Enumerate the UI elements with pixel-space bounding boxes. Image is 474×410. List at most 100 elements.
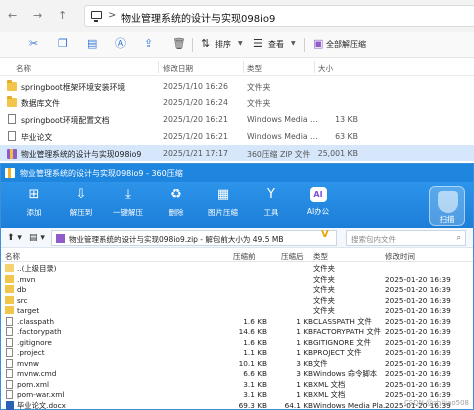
zip-entry-size: 1.6 KB: [243, 316, 267, 326]
forward-arrow-icon[interactable]: →: [33, 9, 42, 22]
copy-icon[interactable]: ❐: [58, 38, 68, 50]
file-size: 63 KB: [335, 132, 358, 141]
file-row[interactable]: 数据库文件 2025/1/20 16:24 文件夹: [0, 94, 474, 110]
column-size[interactable]: 大小: [318, 63, 333, 74]
zip-entry-name: .gitignore: [17, 337, 52, 347]
column-date[interactable]: 修改日期: [163, 63, 193, 74]
chevron-down-icon[interactable]: ▼: [238, 40, 243, 47]
add-label: 添加: [26, 208, 42, 217]
zip-list-row[interactable]: 毕业论文.docx 69.3 KB 64.1 KB Windows Media Pla…: [1, 400, 473, 410]
zip-entry-modified: 2025-01-20 16:39: [385, 316, 451, 326]
zip-list-row[interactable]: .mvn 文件夹 2025-01-20 16:39: [1, 274, 473, 285]
extract-all-button[interactable]: 全部解压缩: [326, 39, 366, 50]
sort-icon[interactable]: ⇅: [201, 38, 210, 50]
zip-entry-compressed: 1 KB: [296, 327, 313, 336]
zip-entry-name: .project: [17, 348, 45, 357]
file-row[interactable]: 毕业论文 2025/1/20 16:21 Windows Media ... 6…: [0, 128, 474, 144]
search-input[interactable]: 搜索包内文件 ⌕: [346, 230, 466, 246]
zip-entry-type: FACTORYPATH 文件: [313, 327, 381, 336]
zip-list-row[interactable]: ..(上级目录) 文件夹: [1, 263, 473, 274]
zip-entry-name: src: [17, 295, 28, 305]
chevron-down-icon[interactable]: V: [321, 229, 329, 240]
file-size: 13 KB: [335, 115, 358, 124]
file-date: 2025/1/21 17:17: [163, 149, 228, 158]
column-modified[interactable]: 修改时间: [385, 251, 415, 262]
sort-button[interactable]: 排序: [215, 39, 231, 50]
zip-ribbon: ⊞ 添加 ⇩ 解压到 ⤓ 一键解压 ♻ 删除 ▦ 图片压缩 Y 工具 AI AI…: [1, 182, 473, 228]
zip-list-row[interactable]: mvnw.cmd 6.6 KB 3 KB Windows 命令脚本 2025-01-20…: [1, 368, 473, 379]
zip-entry-size: 69.3 KB: [238, 400, 267, 410]
zip-entry-compressed: 1 KB: [296, 390, 313, 399]
zip-entry-modified: 2025-01-20 16:39: [385, 295, 451, 305]
up-level-icon[interactable]: ⬆ ▾: [7, 233, 22, 243]
one-click-extract-button[interactable]: ⤓ 一键解压: [103, 185, 153, 225]
search-icon[interactable]: ⌕: [457, 233, 461, 243]
extract-all-icon[interactable]: ▣: [313, 38, 323, 50]
rename-icon[interactable]: Ⓐ: [115, 38, 126, 50]
extract-to-button[interactable]: ⇩ 解压到: [56, 185, 106, 225]
view-mode-icon[interactable]: ▤ ▾: [29, 233, 45, 243]
chevron-down-icon[interactable]: ▼: [291, 40, 296, 47]
scan-button[interactable]: 扫描: [429, 186, 465, 226]
ai-office-button[interactable]: AI AI办公: [293, 185, 343, 225]
file-type: 360压缩 ZIP 文件: [247, 150, 311, 159]
column-type[interactable]: 类型: [313, 251, 328, 262]
breadcrumb-current-folder[interactable]: 物业管理系统的设计与实现098io9: [121, 10, 275, 25]
view-icon[interactable]: ☰: [253, 38, 263, 50]
zip-list-row[interactable]: src 文件夹 2025-01-20 16:39: [1, 295, 473, 306]
zip-entry-name: mvnw.cmd: [17, 369, 57, 378]
archive-path-field[interactable]: 物业管理系统的设计与实现098io9.zip - 解包前大小为 49.5 MB: [51, 230, 337, 246]
zip-list-row[interactable]: pom.xml 3.1 KB 1 KB XML 文档 2025-01-20 16:39: [1, 379, 473, 390]
file-row-selected[interactable]: 物业管理系统的设计与实现098io9 2025/1/21 17:17 360压缩…: [0, 145, 474, 161]
add-button[interactable]: ⊞ 添加: [9, 185, 59, 225]
zip-list-row[interactable]: .factorypath 14.6 KB 1 KB FACTORYPATH 文件 202…: [1, 326, 473, 337]
zip-entry-modified: 2025-01-20 16:39: [385, 379, 451, 389]
file-icon: [6, 316, 13, 326]
file-icon: [6, 379, 13, 389]
column-name[interactable]: 名称: [16, 63, 31, 74]
delete-button[interactable]: ♻ 删除: [151, 185, 201, 225]
search-placeholder: 搜索包内文件: [351, 235, 396, 244]
zip-list-row[interactable]: .project 1.1 KB 1 KB PROJECT 文件 2025-01-20 1…: [1, 347, 473, 358]
zip-entry-compressed: 1 KB: [296, 316, 313, 326]
address-bar[interactable]: > 物业管理系统的设计与实现098io9: [84, 5, 474, 27]
delete-icon: ♻: [170, 187, 182, 202]
zip-entry-type: 文件夹: [313, 264, 335, 273]
zip-title-bar[interactable]: 物业管理系统的设计与实现098io9 - 360压缩: [1, 164, 473, 182]
zip-list-row[interactable]: .classpath 1.6 KB 1 KB CLASSPATH 文件 2025-01-…: [1, 316, 473, 327]
delete-icon[interactable]: 🗑: [172, 38, 186, 50]
zip-path-bar: ⬆ ▾ ▤ ▾ 物业管理系统的设计与实现098io9.zip - 解包前大小为 …: [1, 228, 473, 248]
column-size[interactable]: 压缩前: [233, 251, 256, 262]
file-date: 2025/1/20 16:24: [163, 98, 228, 107]
back-arrow-icon[interactable]: ←: [8, 9, 17, 22]
file-name: 物业管理系统的设计与实现098io9: [21, 150, 142, 159]
file-row[interactable]: springboot框架环境安装环境 2025/1/10 16:26 文件夹: [0, 78, 474, 94]
column-type[interactable]: 类型: [247, 63, 262, 74]
column-divider: [243, 61, 244, 73]
zip-entry-size: 3.1 KB: [243, 390, 267, 399]
file-row[interactable]: springboot环境配置文档 2025/1/20 16:21 Windows…: [0, 111, 474, 127]
file-type: 文件夹: [247, 99, 271, 108]
zip-list-row[interactable]: pom-war.xml 3.1 KB 1 KB XML 文档 2025-01-20 16…: [1, 389, 473, 400]
column-name[interactable]: 名称: [5, 251, 20, 262]
folder-icon: [5, 306, 14, 314]
zip-window-title: 物业管理系统的设计与实现098io9 - 360压缩: [20, 169, 183, 178]
image-compress-button[interactable]: ▦ 图片压缩: [198, 185, 248, 225]
paste-icon[interactable]: ▤: [87, 38, 97, 50]
zip-entry-name: mvnw: [17, 358, 40, 368]
one-click-extract-label: 一键解压: [113, 208, 143, 217]
zip-list-row[interactable]: .gitignore 1.6 KB 1 KB GITIGNORE 文件 2025-01-…: [1, 337, 473, 348]
tools-button[interactable]: Y 工具: [246, 185, 296, 225]
cut-icon[interactable]: ✂: [29, 38, 38, 50]
up-arrow-icon[interactable]: ↑: [58, 9, 67, 22]
share-icon[interactable]: ⇪: [144, 38, 153, 50]
zip-entry-type: 文件: [313, 358, 328, 368]
zip-list-row[interactable]: target 文件夹 2025-01-20 16:39: [1, 305, 473, 316]
view-button[interactable]: 查看: [268, 39, 284, 50]
zip-list-row[interactable]: db 文件夹 2025-01-20 16:39: [1, 284, 473, 295]
column-compressed[interactable]: 压缩后: [281, 251, 304, 262]
file-name: 数据库文件: [21, 99, 60, 108]
zip-entry-modified: 2025-01-20 16:39: [385, 358, 451, 368]
zip-list-row[interactable]: mvnw 10.1 KB 3 KB 文件 2025-01-20 16:39: [1, 358, 473, 369]
folder-icon: [5, 285, 14, 293]
